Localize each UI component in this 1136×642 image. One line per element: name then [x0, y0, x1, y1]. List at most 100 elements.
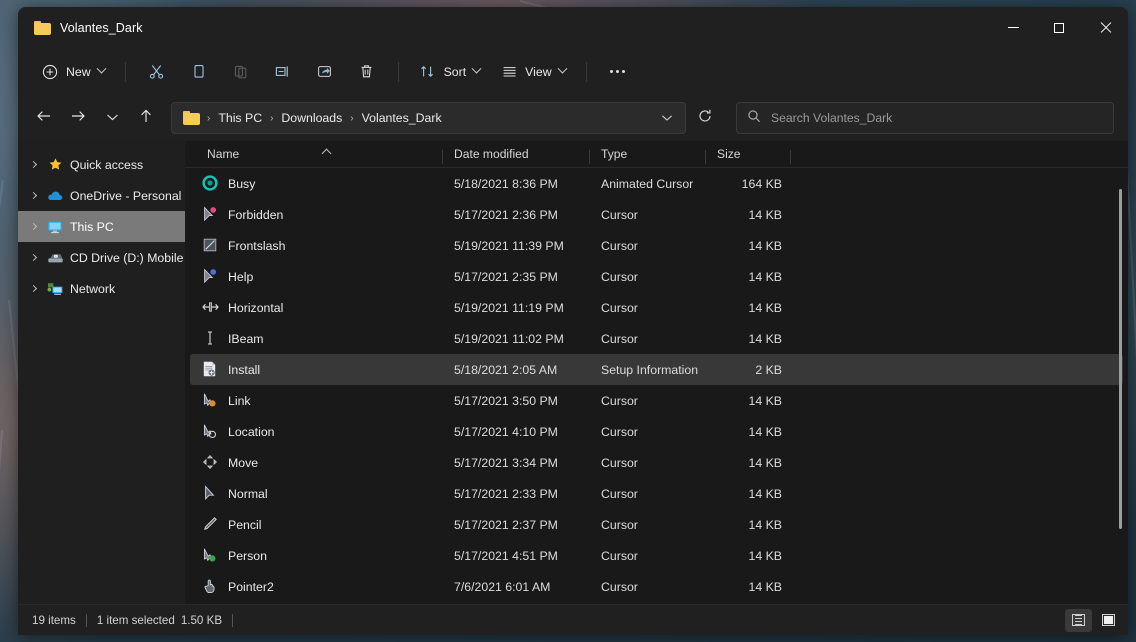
window-title: Volantes_Dark [60, 21, 143, 35]
vertical-scrollbar-thumb[interactable] [1119, 189, 1122, 529]
column-header-type[interactable]: Type [590, 147, 706, 167]
chevron-right-icon[interactable] [26, 286, 40, 291]
minimize-icon [1008, 27, 1019, 28]
table-row[interactable]: Normal 5/17/2021 2:33 PM Cursor 14 KB [190, 478, 1123, 509]
move-icon [202, 454, 219, 471]
chevron-right-icon[interactable] [26, 193, 40, 198]
file-date: 5/18/2021 8:36 PM [443, 177, 590, 191]
file-date: 5/17/2021 3:34 PM [443, 456, 590, 470]
selection-label: 1 item selected [97, 614, 181, 627]
maximize-button[interactable] [1036, 7, 1082, 48]
up-button[interactable] [130, 103, 162, 133]
navigation-pane: Quick access OneDrive - Personal This PC [18, 141, 185, 604]
recent-locations-button[interactable] [96, 103, 128, 133]
file-type: Animated Cursor [590, 177, 706, 191]
forward-button[interactable] [62, 103, 94, 133]
column-header-name-label: Name [207, 147, 239, 161]
toolbar-divider [398, 62, 399, 82]
tiles-view-button[interactable] [1095, 609, 1122, 632]
sidebar-item-quick-access[interactable]: Quick access [18, 149, 185, 180]
status-divider [232, 614, 233, 627]
toolbar-divider [125, 62, 126, 82]
cut-button[interactable] [137, 56, 177, 88]
sidebar-item-this-pc[interactable]: This PC [18, 211, 185, 242]
sidebar-item-network[interactable]: Network [18, 273, 185, 304]
file-name-cell: Busy [190, 175, 443, 192]
file-name-cell: Pencil [190, 516, 443, 533]
chevron-right-icon[interactable] [26, 224, 40, 229]
delete-icon [358, 63, 376, 81]
normal-arrow-icon [202, 485, 219, 502]
file-name-cell: Horizontal [190, 299, 443, 316]
minimize-button[interactable] [990, 7, 1036, 48]
file-type: Cursor [590, 208, 706, 222]
breadcrumb-item-downloads[interactable]: Downloads [276, 108, 347, 128]
plus-circle-icon [41, 63, 59, 81]
table-row[interactable]: Location 5/17/2021 4:10 PM Cursor 14 KB [190, 416, 1123, 447]
chevron-right-icon[interactable] [26, 255, 40, 260]
sort-button[interactable]: Sort [410, 56, 490, 88]
file-size: 14 KB [706, 518, 791, 532]
file-date: 5/17/2021 4:10 PM [443, 425, 590, 439]
file-name-cell: Move [190, 454, 443, 471]
table-row[interactable]: Horizontal 5/19/2021 11:19 PM Cursor 14 … [190, 292, 1123, 323]
table-row[interactable]: Forbidden 5/17/2021 2:36 PM Cursor 14 KB [190, 199, 1123, 230]
sidebar-item-cd-drive[interactable]: CD Drive (D:) Mobile [18, 242, 185, 273]
more-options-button[interactable] [598, 56, 638, 88]
table-row[interactable]: Move 5/17/2021 3:34 PM Cursor 14 KB [190, 447, 1123, 478]
table-row[interactable]: Frontslash 5/19/2021 11:39 PM Cursor 14 … [190, 230, 1123, 261]
sort-icon [419, 63, 437, 81]
column-header-size-label: Size [717, 147, 741, 161]
maximize-icon [1054, 23, 1064, 33]
table-row[interactable]: IBeam 5/19/2021 11:02 PM Cursor 14 KB [190, 323, 1123, 354]
paste-button[interactable] [221, 56, 261, 88]
file-name-cell: Location [190, 423, 443, 440]
refresh-button[interactable] [690, 103, 720, 133]
column-header-size[interactable]: Size [706, 147, 791, 167]
copy-button[interactable] [179, 56, 219, 88]
column-header-type-label: Type [601, 147, 627, 161]
new-button[interactable]: New [32, 56, 114, 88]
file-name-cell: Install [190, 361, 443, 378]
file-name: IBeam [228, 332, 264, 346]
file-date: 5/19/2021 11:19 PM [443, 301, 590, 315]
sidebar-item-onedrive[interactable]: OneDrive - Personal [18, 180, 185, 211]
status-divider [86, 614, 87, 627]
table-row[interactable]: Link 5/17/2021 3:50 PM Cursor 14 KB [190, 385, 1123, 416]
column-header-name[interactable]: Name [190, 147, 443, 167]
column-header-date-modified[interactable]: Date modified [443, 147, 590, 167]
file-size: 14 KB [706, 208, 791, 222]
frontslash-icon [202, 237, 219, 254]
table-row[interactable]: Pointer2 7/6/2021 6:01 AM Cursor 14 KB [190, 571, 1123, 602]
file-date: 5/19/2021 11:39 PM [443, 239, 590, 253]
table-row[interactable]: Install 5/18/2021 2:05 AM Setup Informat… [190, 354, 1123, 385]
column-divider[interactable] [790, 150, 791, 164]
search-box[interactable] [736, 102, 1114, 134]
monitor-icon [46, 220, 64, 234]
title-bar[interactable]: Volantes_Dark [18, 7, 1128, 48]
chevron-down-icon [96, 64, 106, 74]
file-name: Pointer2 [228, 580, 274, 594]
file-date: 5/18/2021 2:05 AM [443, 363, 590, 377]
search-input[interactable] [771, 111, 1103, 125]
breadcrumb-item-volantes-dark[interactable]: Volantes_Dark [357, 108, 447, 128]
table-row[interactable]: Person 5/17/2021 4:51 PM Cursor 14 KB [190, 540, 1123, 571]
table-row[interactable]: Busy 5/18/2021 8:36 PM Animated Cursor 1… [190, 168, 1123, 199]
table-row[interactable]: Help 5/17/2021 2:35 PM Cursor 14 KB [190, 261, 1123, 292]
table-row[interactable]: Pencil 5/17/2021 2:37 PM Cursor 14 KB [190, 509, 1123, 540]
rename-button[interactable] [263, 56, 303, 88]
paste-icon [232, 63, 250, 81]
file-name: Link [228, 394, 251, 408]
chevron-right-icon[interactable] [26, 162, 40, 167]
close-button[interactable] [1082, 7, 1128, 48]
view-button[interactable]: View [491, 56, 574, 88]
delete-button[interactable] [347, 56, 387, 88]
sort-ascending-icon [323, 147, 332, 153]
file-name-cell: IBeam [190, 330, 443, 347]
breadcrumb-dropdown-button[interactable] [653, 105, 681, 131]
back-button[interactable] [28, 103, 60, 133]
details-view-button[interactable] [1065, 609, 1092, 632]
share-button[interactable] [305, 56, 345, 88]
breadcrumb-item-this-pc[interactable]: This PC [213, 108, 267, 128]
breadcrumb[interactable]: › This PC › Downloads › Volantes_Dark [171, 102, 686, 134]
